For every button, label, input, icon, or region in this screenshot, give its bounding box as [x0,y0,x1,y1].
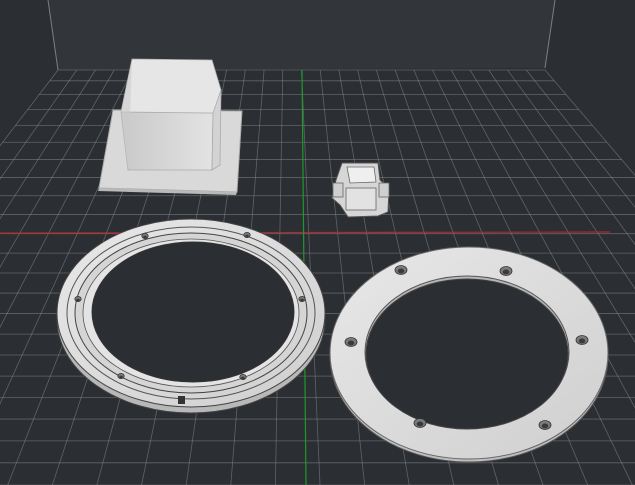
model-box-on-flange[interactable] [98,58,243,195]
build-volume-walls [47,0,556,71]
model-bearing-ring[interactable] [56,218,326,414]
model-mount-plate-ring[interactable] [329,246,609,463]
x-axis-line [0,231,611,234]
build-plate-scene[interactable] [0,0,635,485]
model-small-bracket[interactable] [331,162,390,218]
3d-viewport[interactable] [0,0,635,485]
bearing-ring-notch [178,396,185,404]
